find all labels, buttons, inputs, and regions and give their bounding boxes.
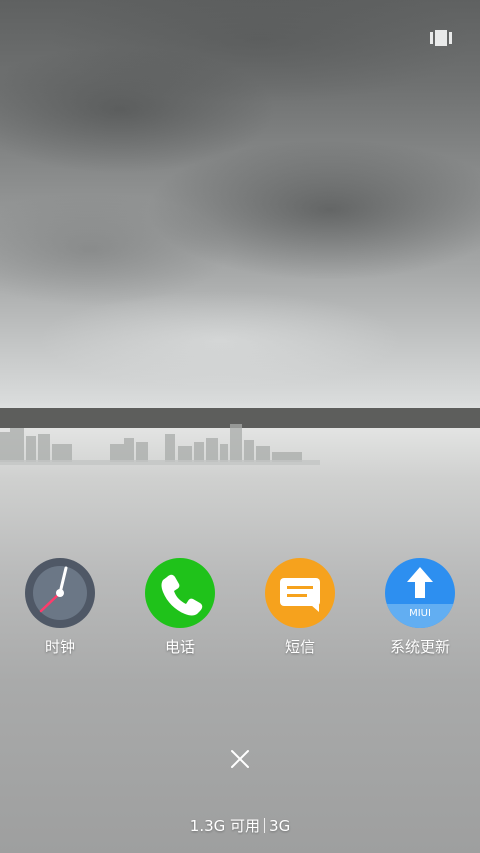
close-icon[interactable] bbox=[228, 747, 252, 771]
app-sms[interactable]: 短信 bbox=[250, 558, 350, 657]
app-system-update[interactable]: MIUI 系统更新 bbox=[370, 558, 470, 657]
app-label: 时钟 bbox=[44, 638, 75, 656]
memory-separator bbox=[264, 818, 266, 833]
app-label: 电话 bbox=[164, 638, 195, 656]
update-arrow-icon: MIUI bbox=[385, 558, 455, 628]
phone-icon bbox=[145, 558, 215, 628]
available-memory: 1.3G 可用 bbox=[189, 817, 261, 835]
miui-badge: MIUI bbox=[409, 608, 431, 619]
wallpaper-city-skyline bbox=[0, 424, 320, 465]
app-phone[interactable]: 电话 bbox=[130, 558, 230, 657]
wallpaper-sky bbox=[0, 0, 480, 408]
clock-icon bbox=[25, 558, 95, 628]
recents-icon[interactable] bbox=[430, 30, 452, 46]
message-icon bbox=[265, 558, 335, 628]
app-label: 系统更新 bbox=[389, 638, 450, 656]
app-clock[interactable]: 时钟 bbox=[10, 558, 110, 657]
recent-apps-screen: 时钟 电话 短信 MIUI 系统更新 1.3G 可用 3G bbox=[0, 0, 480, 853]
total-memory: 3G bbox=[269, 817, 291, 835]
app-label: 短信 bbox=[284, 638, 315, 656]
memory-status: 1.3G 可用 3G bbox=[0, 815, 480, 836]
